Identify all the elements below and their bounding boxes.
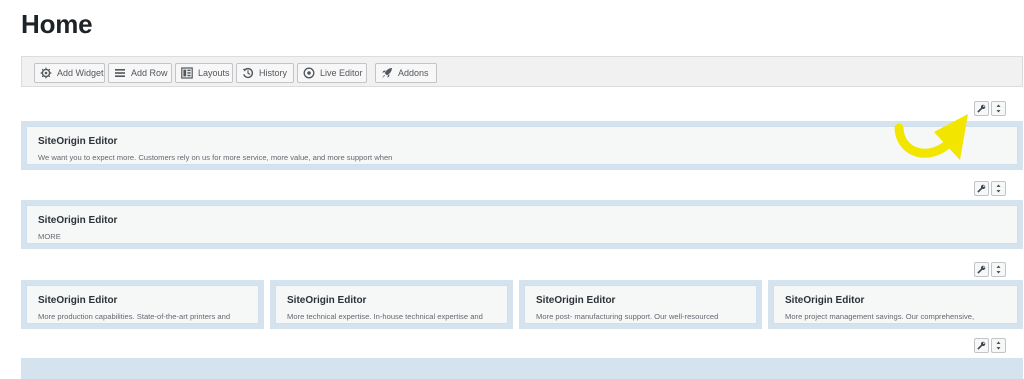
- move-icon: [994, 341, 1003, 350]
- column-cell: SiteOrigin Editor More project managemen…: [768, 280, 1023, 329]
- move-icon: [994, 184, 1003, 193]
- widget-description: We want you to expect more. Customers re…: [38, 153, 393, 162]
- move-row-button[interactable]: [991, 101, 1006, 116]
- rows-icon: [114, 67, 126, 79]
- layout-row: SiteOrigin Editor More production capabi…: [21, 280, 1023, 329]
- wrench-icon: [977, 265, 986, 274]
- edit-row-button[interactable]: [974, 338, 989, 353]
- edit-row-button[interactable]: [974, 181, 989, 196]
- move-icon: [994, 265, 1003, 274]
- row-tools: [974, 338, 1006, 353]
- row-tools: [974, 262, 1006, 277]
- edit-row-button[interactable]: [974, 262, 989, 277]
- move-row-button[interactable]: [991, 338, 1006, 353]
- move-row-button[interactable]: [991, 262, 1006, 277]
- widget-card[interactable]: SiteOrigin Editor More post- manufacturi…: [524, 285, 757, 324]
- add-widget-label: Add Widget: [57, 68, 104, 78]
- widget-title: SiteOrigin Editor: [38, 136, 118, 147]
- gear-icon: [40, 67, 52, 79]
- live-editor-label: Live Editor: [320, 68, 363, 78]
- wrench-icon: [977, 104, 986, 113]
- eye-icon: [303, 67, 315, 79]
- history-icon: [242, 67, 254, 79]
- column-cell: SiteOrigin Editor More technical experti…: [270, 280, 513, 329]
- layout-row: [21, 358, 1023, 379]
- row-tools: [974, 181, 1006, 196]
- wrench-icon: [977, 341, 986, 350]
- add-row-label: Add Row: [131, 68, 168, 78]
- widget-title: SiteOrigin Editor: [38, 215, 118, 226]
- rocket-icon: [381, 67, 393, 79]
- widget-card[interactable]: SiteOrigin Editor More production capabi…: [26, 285, 259, 324]
- wrench-icon: [977, 184, 986, 193]
- widget-title: SiteOrigin Editor: [287, 295, 367, 306]
- edit-row-button[interactable]: [974, 101, 989, 116]
- add-widget-button[interactable]: Add Widget: [34, 63, 105, 83]
- layout-row: SiteOrigin Editor We want you to expect …: [21, 121, 1023, 170]
- add-row-button[interactable]: Add Row: [108, 63, 172, 83]
- widget-card[interactable]: SiteOrigin Editor More project managemen…: [773, 285, 1018, 324]
- widget-description: MORE: [38, 232, 61, 241]
- history-label: History: [259, 68, 288, 78]
- column-cell: SiteOrigin Editor More post- manufacturi…: [519, 280, 762, 329]
- widget-card[interactable]: SiteOrigin Editor More technical experti…: [275, 285, 508, 324]
- widget-card[interactable]: SiteOrigin Editor We want you to expect …: [26, 126, 1018, 165]
- history-button[interactable]: History: [236, 63, 294, 83]
- widget-description: More technical expertise. In-house techn…: [287, 312, 483, 321]
- addons-label: Addons: [398, 68, 429, 78]
- move-row-button[interactable]: [991, 181, 1006, 196]
- annotation-arrow-icon: [894, 114, 968, 160]
- builder-toolbar: Add Widget Add Row Layouts History Live …: [21, 56, 1023, 87]
- move-icon: [994, 104, 1003, 113]
- widget-card[interactable]: SiteOrigin Editor MORE: [26, 205, 1018, 244]
- widget-title: SiteOrigin Editor: [38, 295, 118, 306]
- widget-title: SiteOrigin Editor: [785, 295, 865, 306]
- live-editor-button[interactable]: Live Editor: [297, 63, 367, 83]
- layouts-button[interactable]: Layouts: [175, 63, 233, 83]
- addons-button[interactable]: Addons: [375, 63, 437, 83]
- column-cell: SiteOrigin Editor More production capabi…: [21, 280, 264, 329]
- widget-title: SiteOrigin Editor: [536, 295, 616, 306]
- row-tools: [974, 101, 1006, 116]
- layouts-label: Layouts: [198, 68, 230, 78]
- widget-description: More post- manufacturing support. Our we…: [536, 312, 719, 321]
- widget-description: More production capabilities. State-of-t…: [38, 312, 231, 321]
- widget-description: More project management savings. Our com…: [785, 312, 975, 321]
- layout-row: SiteOrigin Editor MORE: [21, 200, 1023, 249]
- layouts-icon: [181, 67, 193, 79]
- page-title: Home: [21, 9, 93, 39]
